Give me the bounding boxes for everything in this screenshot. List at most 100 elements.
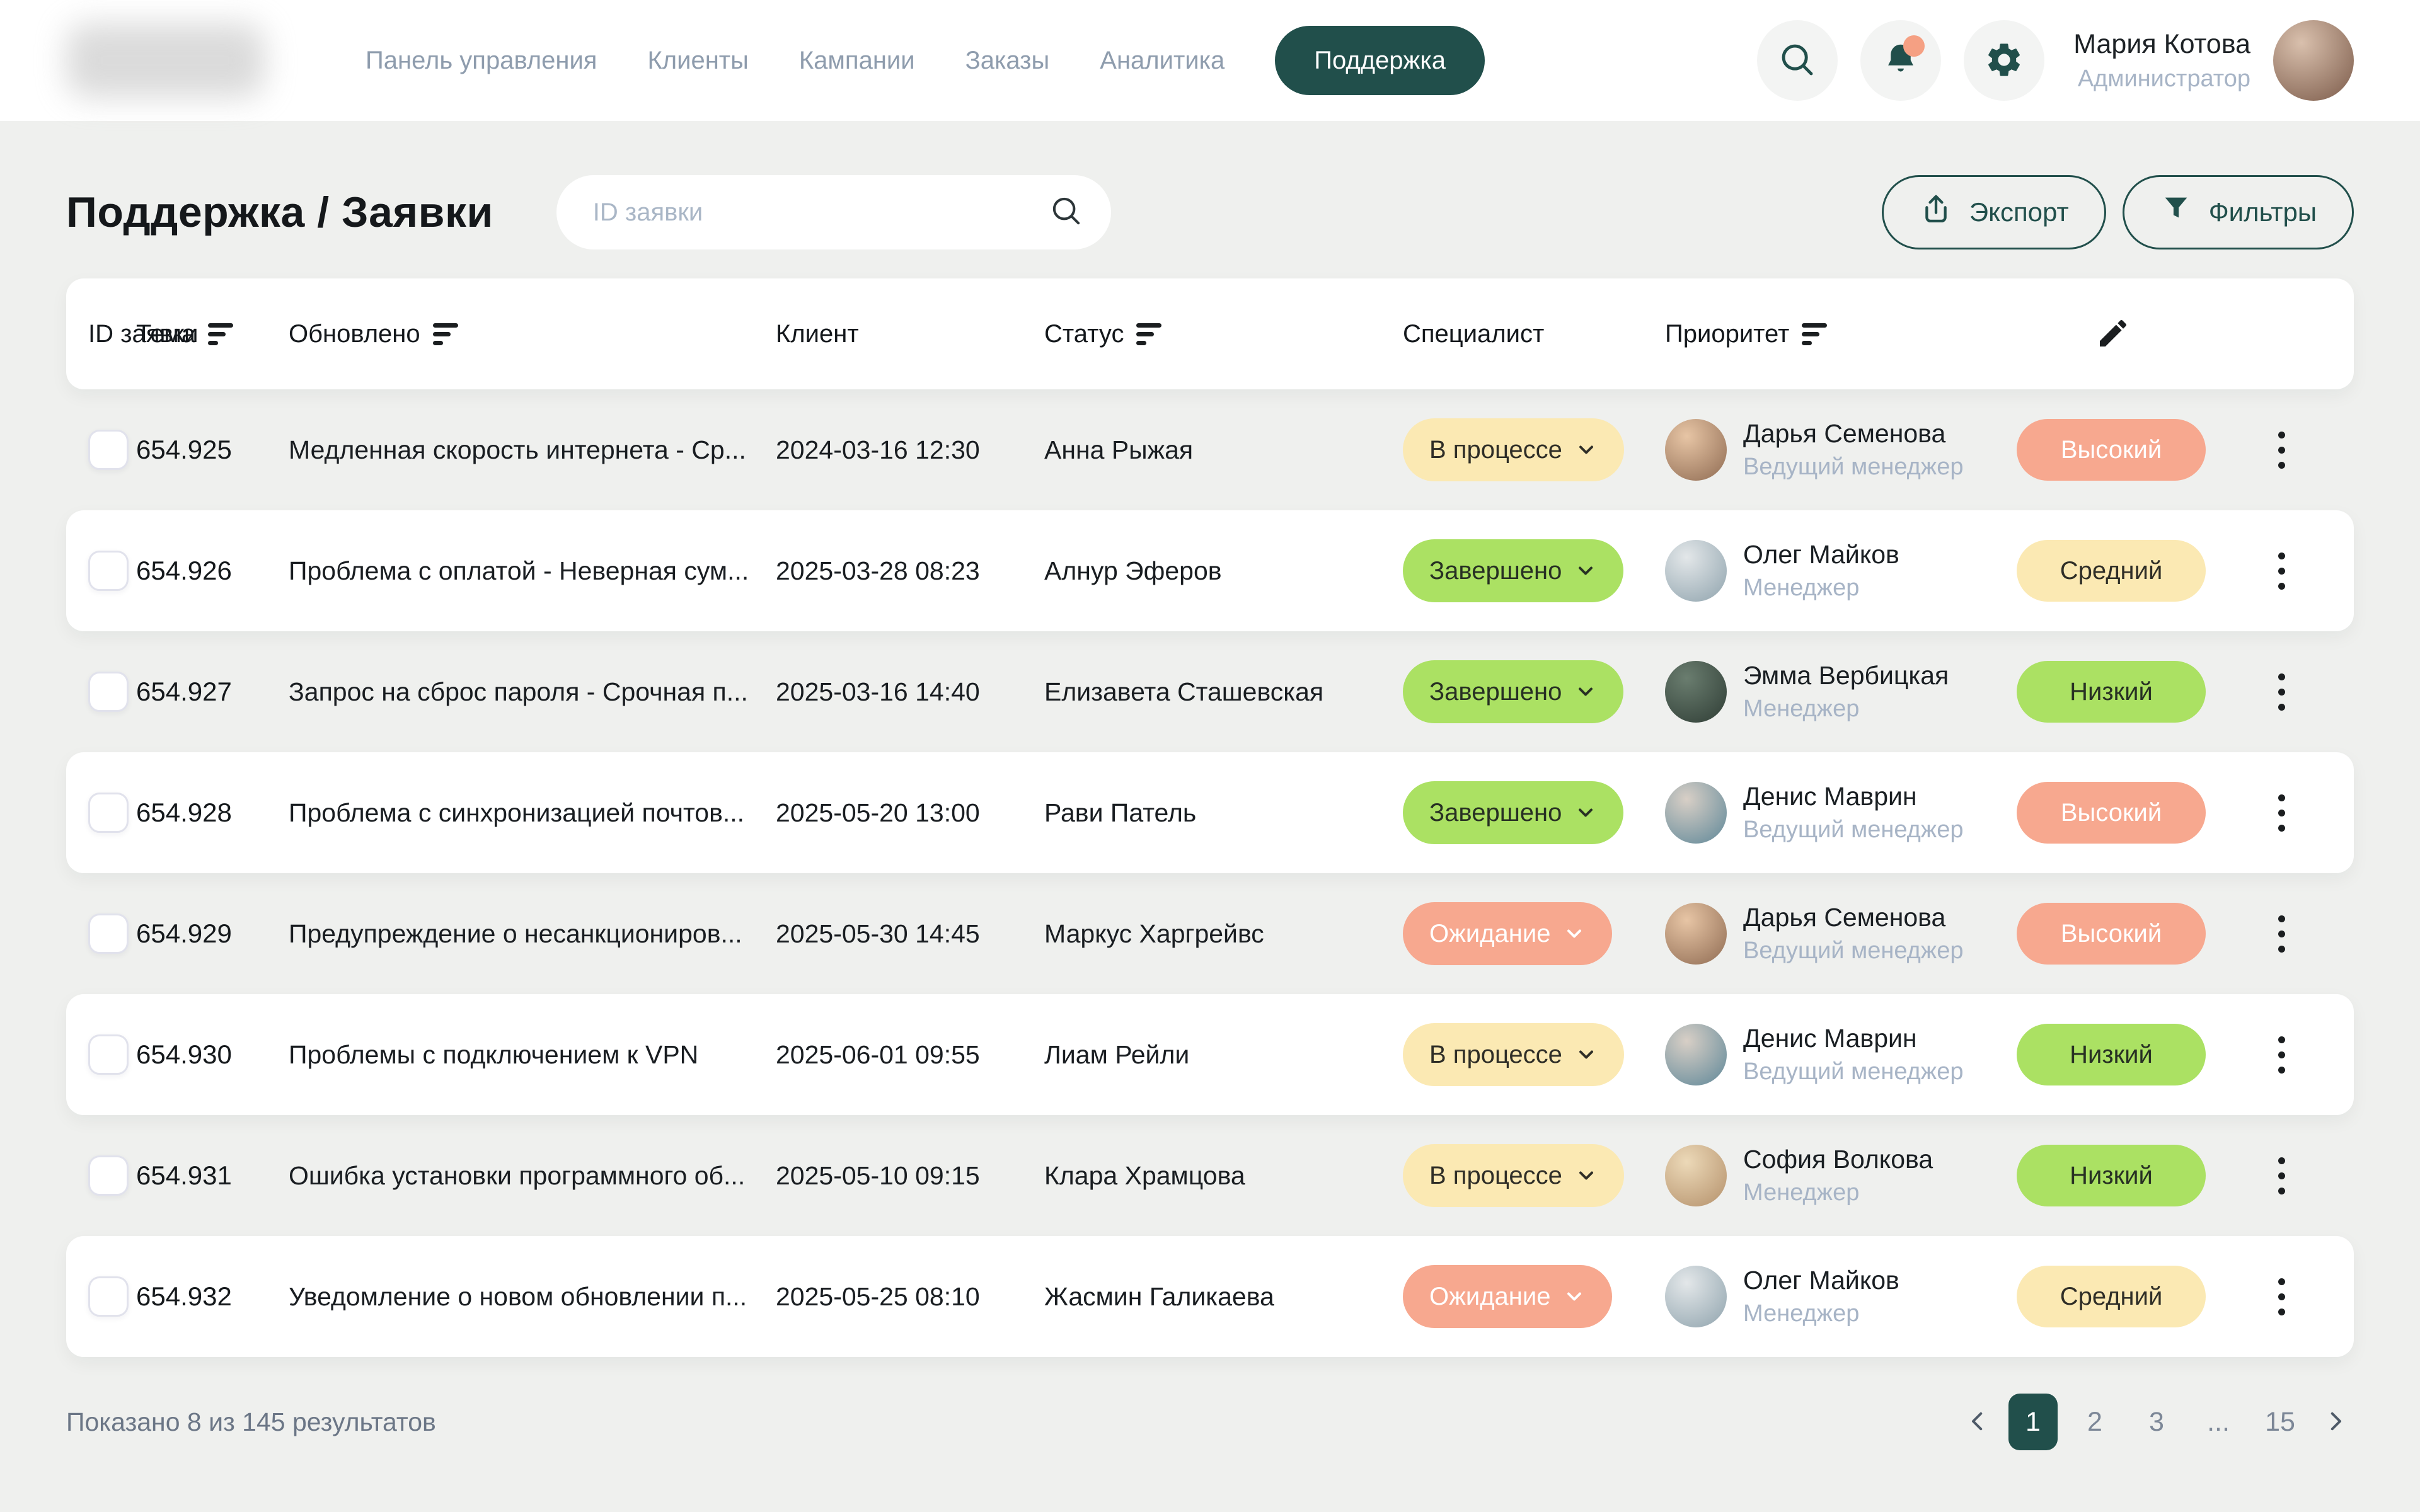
column-header: Специалист bbox=[1403, 320, 1665, 348]
row-menu-button[interactable] bbox=[2269, 665, 2294, 719]
ticket-client: Алнур Эферов bbox=[1044, 556, 1403, 586]
priority-badge: Низкий bbox=[2017, 1145, 2206, 1206]
filters-button[interactable]: Фильтры bbox=[2123, 175, 2354, 249]
row-checkbox[interactable] bbox=[88, 1034, 129, 1075]
ticket-table-body: 654.925Медленная скорость интернета - Ср… bbox=[66, 389, 2354, 1357]
ticket-id: 654.931 bbox=[136, 1160, 289, 1191]
row-checkbox[interactable] bbox=[88, 551, 129, 591]
table-header: ID заявкиТемаОбновленоКлиентСтатусСпециа… bbox=[66, 278, 2354, 389]
status-select[interactable]: Завершено bbox=[1403, 539, 1623, 602]
nav-item-support[interactable]: Поддержка bbox=[1275, 26, 1485, 95]
ticket-row: 654.931Ошибка установки программного об.… bbox=[66, 1115, 2354, 1236]
pagination: 123...15 bbox=[1959, 1394, 2354, 1450]
column-header: ID заявки bbox=[88, 320, 136, 348]
ticket-row: 654.926Проблема с оплатой - Неверная сум… bbox=[66, 510, 2354, 631]
ticket-id: 654.928 bbox=[136, 798, 289, 828]
nav-item-analytics[interactable]: Аналитика bbox=[1100, 47, 1224, 75]
ticket-row: 654.928Проблема с синхронизацией почтов.… bbox=[66, 752, 2354, 873]
priority-badge: Высокий bbox=[2017, 419, 2206, 481]
ticket-subject: Уведомление о новом обновлении п... bbox=[289, 1282, 776, 1312]
nav-item-campaigns[interactable]: Кампании bbox=[799, 47, 915, 75]
ticket-client: Рави Патель bbox=[1044, 798, 1403, 828]
specialist-name: Денис Маврин bbox=[1743, 1024, 1964, 1053]
specialist-avatar bbox=[1665, 903, 1727, 965]
specialist-name: Эмма Вербицкая bbox=[1743, 661, 1949, 690]
row-checkbox[interactable] bbox=[88, 914, 129, 954]
ticket-search-input[interactable] bbox=[593, 198, 1049, 227]
pagination-next-button[interactable] bbox=[2317, 1408, 2354, 1436]
specialist-role: Менеджер bbox=[1743, 1179, 1933, 1206]
column-header[interactable]: Тема bbox=[136, 320, 289, 348]
pagination-page-2[interactable]: 2 bbox=[2070, 1394, 2119, 1450]
page-header: Поддержка / Заявки Экспорт Фильтры bbox=[66, 175, 2354, 249]
pagination-page-1[interactable]: 1 bbox=[2008, 1394, 2058, 1450]
ticket-client: Клара Храмцова bbox=[1044, 1161, 1403, 1191]
status-select[interactable]: Завершено bbox=[1403, 781, 1623, 844]
specialist-avatar bbox=[1665, 661, 1727, 723]
row-menu-button[interactable] bbox=[2269, 907, 2294, 961]
row-checkbox[interactable] bbox=[88, 1155, 129, 1196]
specialist-cell: Олег МайковМенеджер bbox=[1665, 1266, 2017, 1327]
column-header[interactable]: Статус bbox=[1044, 320, 1403, 348]
ticket-updated: 2025-03-16 14:40 bbox=[776, 677, 1044, 707]
search-icon bbox=[1778, 40, 1817, 81]
nav-item-clients[interactable]: Клиенты bbox=[647, 47, 748, 75]
ticket-subject: Запрос на сброс пароля - Срочная п... bbox=[289, 677, 776, 707]
user-avatar[interactable] bbox=[2273, 20, 2354, 101]
notifications-button[interactable] bbox=[1860, 20, 1941, 101]
chevron-down-icon bbox=[1575, 1043, 1598, 1066]
ticket-subject: Проблема с синхронизацией почтов... bbox=[289, 798, 776, 828]
ticket-subject: Проблема с оплатой - Неверная сум... bbox=[289, 556, 776, 586]
status-select[interactable]: Ожидание bbox=[1403, 902, 1612, 965]
top-bar-actions: Мария Котова Администратор bbox=[1757, 20, 2354, 101]
ticket-search bbox=[556, 175, 1111, 249]
nav-item-orders[interactable]: Заказы bbox=[965, 47, 1050, 75]
status-select[interactable]: Завершено bbox=[1403, 660, 1623, 723]
column-header: Клиент bbox=[776, 320, 1044, 348]
edit-columns-button[interactable] bbox=[2095, 316, 2131, 353]
row-menu-button[interactable] bbox=[2269, 544, 2294, 598]
ticket-updated: 2025-03-28 08:23 bbox=[776, 556, 1044, 586]
priority-badge: Средний bbox=[2017, 540, 2206, 602]
row-checkbox[interactable] bbox=[88, 1276, 129, 1317]
specialist-role: Ведущий менеджер bbox=[1743, 454, 1964, 481]
row-menu-button[interactable] bbox=[2269, 786, 2294, 840]
pagination-prev-button[interactable] bbox=[1959, 1408, 1996, 1436]
results-summary: Показано 8 из 145 результатов bbox=[66, 1407, 436, 1437]
specialist-avatar bbox=[1665, 419, 1727, 481]
status-select[interactable]: В процессе bbox=[1403, 1023, 1624, 1086]
specialist-cell: Дарья СеменоваВедущий менеджер bbox=[1665, 419, 2017, 481]
row-checkbox[interactable] bbox=[88, 793, 129, 833]
ticket-id: 654.930 bbox=[136, 1040, 289, 1070]
chevron-right-icon bbox=[2322, 1408, 2349, 1436]
row-menu-button[interactable] bbox=[2269, 1148, 2294, 1203]
row-checkbox[interactable] bbox=[88, 672, 129, 712]
row-menu-button[interactable] bbox=[2269, 1028, 2294, 1082]
row-menu-button[interactable] bbox=[2269, 423, 2294, 478]
specialist-name: Олег Майков bbox=[1743, 540, 1899, 570]
ticket-subject: Предупреждение о несанкциониров... bbox=[289, 919, 776, 949]
status-select[interactable]: В процессе bbox=[1403, 418, 1624, 481]
nav-item-dashboard[interactable]: Панель управления bbox=[366, 47, 597, 75]
specialist-cell: Олег МайковМенеджер bbox=[1665, 540, 2017, 602]
row-checkbox[interactable] bbox=[88, 430, 129, 470]
settings-button[interactable] bbox=[1964, 20, 2044, 101]
row-menu-button[interactable] bbox=[2269, 1269, 2294, 1324]
ticket-client: Елизавета Сташевская bbox=[1044, 677, 1403, 707]
ticket-subject: Медленная скорость интернета - Ср... bbox=[289, 435, 776, 465]
specialist-avatar bbox=[1665, 540, 1727, 602]
column-header[interactable]: Обновлено bbox=[289, 320, 776, 348]
specialist-avatar bbox=[1665, 1024, 1727, 1085]
search-button[interactable] bbox=[1757, 20, 1838, 101]
pagination-page-15[interactable]: 15 bbox=[2256, 1394, 2305, 1450]
sort-icon bbox=[1136, 323, 1161, 345]
status-select[interactable]: В процессе bbox=[1403, 1144, 1624, 1207]
status-select[interactable]: Ожидание bbox=[1403, 1265, 1612, 1328]
priority-badge: Высокий bbox=[2017, 903, 2206, 965]
export-button[interactable]: Экспорт bbox=[1882, 175, 2106, 249]
pagination-page-3[interactable]: 3 bbox=[2132, 1394, 2181, 1450]
column-header[interactable]: Приоритет bbox=[1665, 320, 2017, 348]
chevron-down-icon bbox=[1575, 1164, 1598, 1187]
ticket-row: 654.930Проблемы с подключением к VPN2025… bbox=[66, 994, 2354, 1115]
chevron-down-icon bbox=[1574, 680, 1597, 703]
